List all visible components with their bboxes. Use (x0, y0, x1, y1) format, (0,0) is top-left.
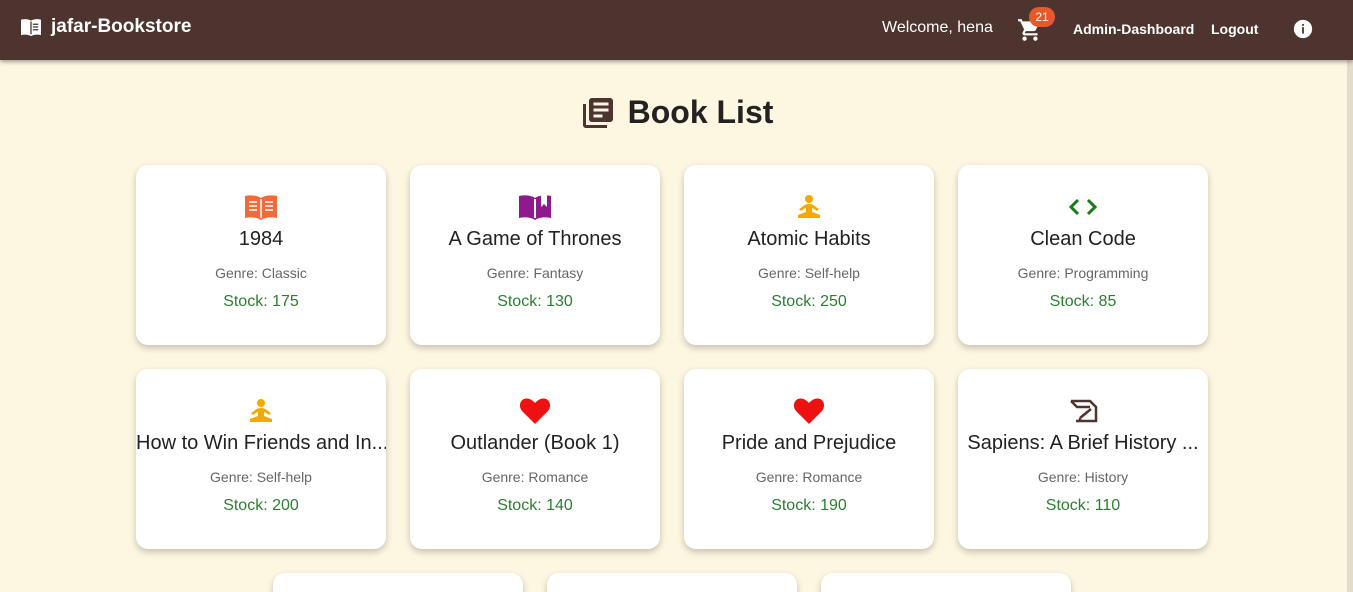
heart-icon (519, 398, 551, 424)
cart-count-badge: 21 (1029, 7, 1055, 27)
book-card[interactable] (821, 573, 1071, 592)
page-title: Book List (0, 94, 1353, 131)
book-stock: Stock: 250 (771, 293, 847, 310)
book-title: Clean Code (1030, 228, 1136, 250)
book-stock: Stock: 85 (1049, 293, 1117, 310)
book-stock: Stock: 190 (771, 497, 847, 514)
navbar: jafar-Bookstore Welcome, hena 21 Admin-D… (0, 0, 1353, 60)
book-genre: Genre: Fantasy (486, 265, 584, 281)
book-title: Sapiens: A Brief History ... (967, 432, 1199, 454)
book-card[interactable] (547, 573, 797, 592)
book-title: A Game of Thrones (448, 228, 622, 250)
book-title: Outlander (Book 1) (450, 432, 620, 454)
book-stock: Stock: 110 (1045, 497, 1121, 514)
book-genre: Genre: Self-help (210, 469, 312, 485)
open-book-icon (245, 195, 277, 220)
book-genre: Genre: Romance (481, 469, 589, 485)
book-card[interactable]: Sapiens: A Brief History ... Genre: Hist… (958, 369, 1208, 549)
book-genre: Genre: Classic (215, 265, 307, 281)
book-title: How to Win Friends and In... (136, 432, 386, 454)
heart-icon (793, 398, 825, 424)
book-title: 1984 (238, 228, 284, 250)
page-title-text: Book List (627, 94, 774, 130)
brand-name: jafar-Bookstore (51, 16, 192, 37)
book-card[interactable]: How to Win Friends and In... Genre: Self… (136, 369, 386, 549)
welcome-text: Welcome, hena (882, 19, 993, 36)
library-books-icon (582, 97, 613, 128)
book-card[interactable]: Atomic Habits Genre: Self-help Stock: 25… (684, 165, 934, 345)
book-card[interactable] (273, 573, 523, 592)
book-card[interactable]: Clean Code Genre: Programming Stock: 85 (958, 165, 1208, 345)
book-logo-icon (21, 19, 41, 37)
book-icon (519, 195, 551, 220)
book-genre: Genre: Programming (1017, 265, 1149, 281)
book-title: Atomic Habits (747, 228, 871, 250)
book-card[interactable]: Outlander (Book 1) Genre: Romance Stock:… (410, 369, 660, 549)
logout-link[interactable]: Logout (1211, 21, 1258, 37)
brand[interactable]: jafar-Bookstore (20, 16, 191, 38)
book-card[interactable]: A Game of Thrones Genre: Fantasy Stock: … (410, 165, 660, 345)
code-icon (1068, 198, 1098, 216)
meditation-icon (250, 399, 272, 422)
history-edu-icon (1070, 399, 1098, 423)
book-card[interactable]: Pride and Prejudice Genre: Romance Stock… (684, 369, 934, 549)
book-genre: Genre: Self-help (758, 265, 860, 281)
book-genre: Genre: History (1037, 469, 1129, 485)
book-genre: Genre: Romance (755, 469, 863, 485)
book-title: Pride and Prejudice (721, 432, 897, 454)
book-stock: Stock: 175 (223, 293, 299, 310)
book-stock: Stock: 200 (223, 497, 299, 514)
info-icon[interactable] (1292, 18, 1314, 40)
book-card[interactable]: 1984 Genre: Classic Stock: 175 (136, 165, 386, 345)
book-stock: Stock: 130 (497, 293, 573, 310)
scrollbar[interactable] (1347, 60, 1353, 592)
meditation-icon (798, 195, 820, 218)
admin-dashboard-link[interactable]: Admin-Dashboard (1073, 21, 1194, 37)
book-stock: Stock: 140 (497, 497, 573, 514)
